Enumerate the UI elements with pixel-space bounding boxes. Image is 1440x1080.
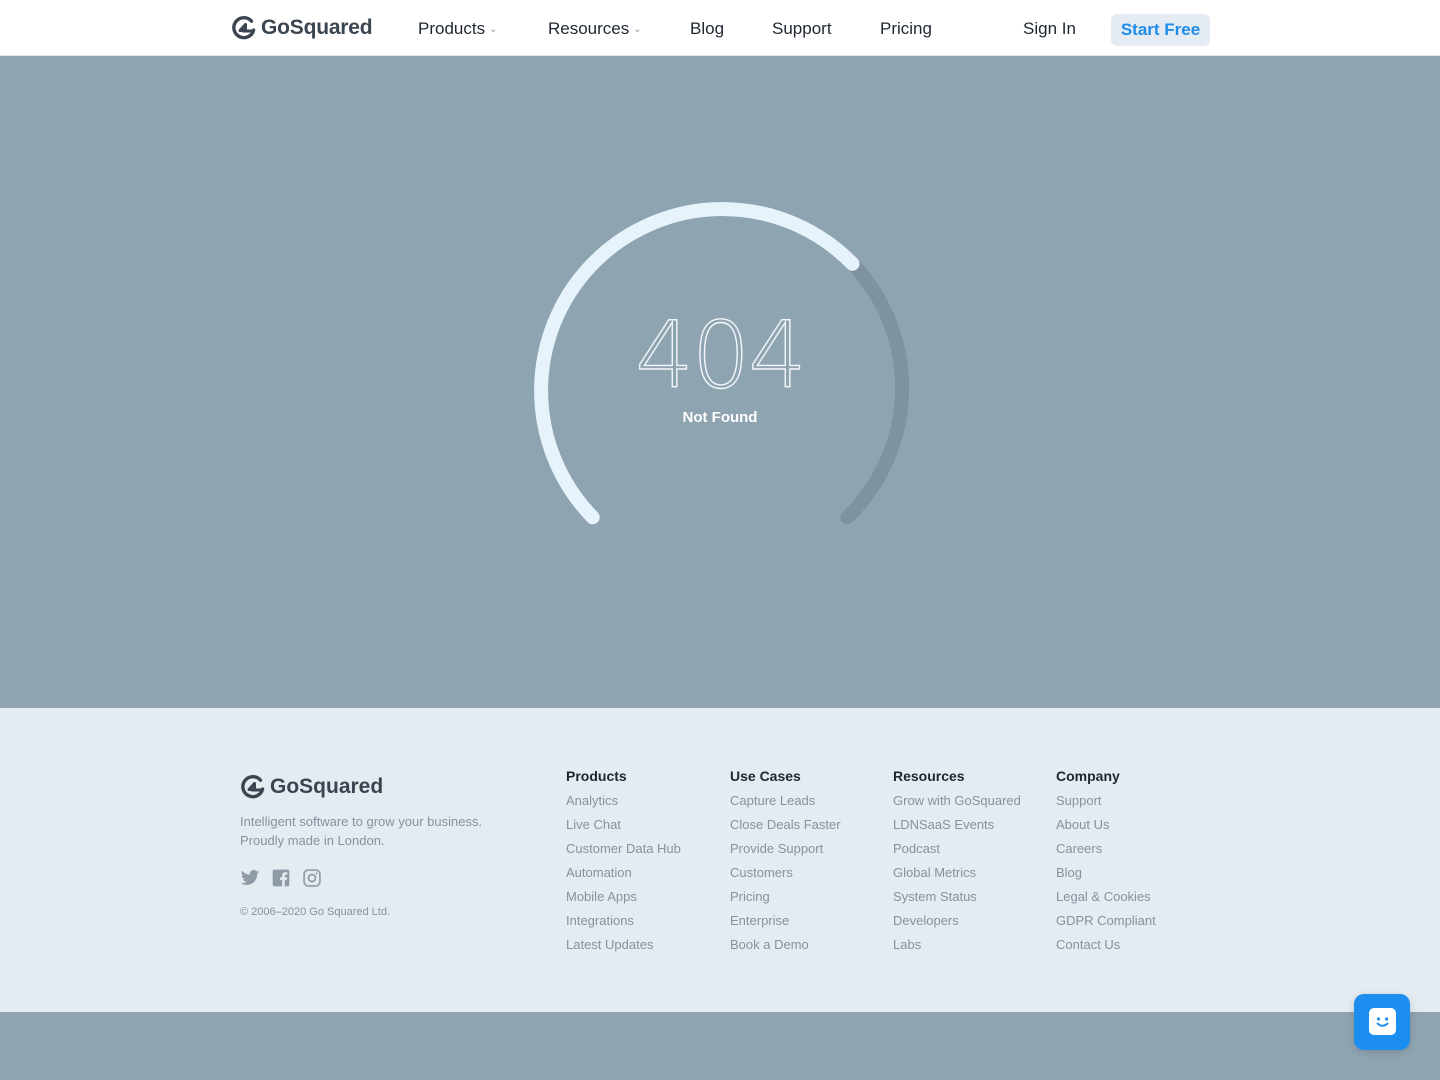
start-free-button[interactable]: Start Free [1111,14,1210,46]
footer-column-use-cases: Use Cases Capture Leads Close Deals Fast… [730,768,841,960]
footer-column-title: Resources [893,768,965,784]
social-links [240,868,322,888]
footer-tagline: Intelligent software to grow your busine… [240,812,520,850]
nav-products[interactable]: Products ⌄ [418,19,497,39]
footer-link[interactable]: Live Chat [566,816,681,840]
footer-link[interactable]: Developers [893,912,1021,936]
footer-column-resources: Resources Grow with GoSquared LDNSaaS Ev… [893,768,1021,960]
footer-link[interactable]: Blog [1056,864,1156,888]
footer-link[interactable]: Grow with GoSquared [893,792,1021,816]
error-message: Not Found [682,409,758,426]
nav-resources-label: Resources [548,19,630,38]
chevron-down-icon: ⌄ [489,24,498,35]
error-code: 404 [634,302,807,409]
footer-link[interactable]: Book a Demo [730,936,841,960]
footer-link[interactable]: GDPR Compliant [1056,912,1156,936]
footer-column-company: Company Support About Us Careers Blog Le… [1056,768,1156,960]
footer-link[interactable]: LDNSaaS Events [893,816,1021,840]
footer-link[interactable]: Podcast [893,840,1021,864]
footer-link[interactable]: System Status [893,888,1021,912]
footer-link[interactable]: Support [1056,792,1156,816]
footer-link[interactable]: Integrations [566,912,681,936]
footer-link[interactable]: About Us [1056,816,1156,840]
footer-link[interactable]: Provide Support [730,840,841,864]
gauge-track [840,256,910,525]
footer-link[interactable]: Latest Updates [566,936,681,960]
nav-products-label: Products [418,19,486,38]
footer-link[interactable]: Pricing [730,888,841,912]
footer-link[interactable]: Legal & Cookies [1056,888,1156,912]
footer-brand-name: GoSquared [270,775,384,798]
footer-column-title: Products [566,768,627,784]
twitter-icon[interactable] [240,868,260,888]
facebook-icon[interactable] [271,868,291,888]
footer-column-title: Use Cases [730,768,801,784]
bottom-band [0,1012,1440,1080]
footer-link[interactable]: Close Deals Faster [730,816,841,840]
brand-name: GoSquared [261,16,373,39]
footer-link[interactable]: Global Metrics [893,864,1021,888]
footer-link[interactable]: Analytics [566,792,681,816]
site-footer: GoSquared Intelligent software to grow y… [0,708,1440,1012]
footer-link[interactable]: Capture Leads [730,792,841,816]
footer-link[interactable]: Mobile Apps [566,888,681,912]
footer-column-title: Company [1056,768,1120,784]
footer-link[interactable]: Enterprise [730,912,841,936]
gosquared-logo-icon [241,775,265,799]
footer-column-products: Products Analytics Live Chat Customer Da… [566,768,681,960]
site-header: GoSquared Products ⌄ Resources ⌄ Blog Supp… [0,0,1440,56]
footer-link[interactable]: Automation [566,864,681,888]
chevron-down-icon: ⌄ [633,24,642,35]
footer-logo[interactable]: GoSquared [240,774,383,800]
tagline-line-1: Intelligent software to grow your busine… [240,814,483,829]
sign-in-link[interactable]: Sign In [1023,19,1076,39]
gosquared-logo[interactable]: GoSquared [231,15,373,41]
footer-link[interactable]: Customer Data Hub [566,840,681,864]
live-chat-launcher[interactable] [1354,994,1410,1050]
gosquared-logo-icon [232,16,256,40]
copyright: © 2006–2020 Go Squared Ltd. [240,906,390,918]
footer-link[interactable]: Customers [730,864,841,888]
footer-link[interactable]: Contact Us [1056,936,1156,960]
chat-smiley-icon [1369,1008,1396,1035]
instagram-icon[interactable] [302,868,322,888]
nav-resources[interactable]: Resources ⌄ [548,19,642,39]
footer-link[interactable]: Careers [1056,840,1156,864]
nav-blog[interactable]: Blog [690,19,724,39]
footer-link[interactable]: Labs [893,936,1021,960]
tagline-line-2: Proudly made in London. [240,833,385,848]
nav-pricing[interactable]: Pricing [880,19,932,39]
nav-support[interactable]: Support [772,19,832,39]
